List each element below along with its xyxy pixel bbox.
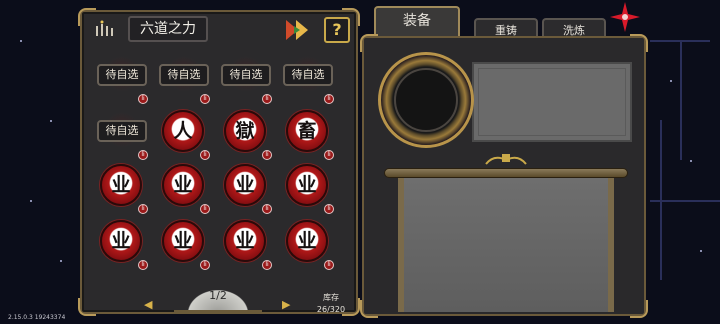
star — [670, 80, 672, 82]
slot-empty-label: 待自选 — [159, 64, 209, 86]
rune-glyph: 业 — [235, 230, 255, 252]
slot-empty[interactable]: 待自选 li — [97, 108, 148, 160]
rune-glyph: 业 — [111, 174, 131, 196]
slot-badge: li — [138, 150, 148, 160]
star — [20, 40, 22, 42]
slot-badge: li — [324, 204, 334, 214]
slot-filled[interactable]: 业 li — [284, 218, 334, 270]
stock-counter: 库存 26/320 — [306, 292, 356, 314]
scroll-rod — [384, 168, 628, 178]
slot-filled[interactable]: 业 li — [222, 162, 272, 214]
star — [700, 250, 702, 252]
slot-empty[interactable]: 待自选 li — [159, 52, 210, 104]
slot-badge: li — [262, 150, 272, 160]
scroll-body — [398, 178, 614, 312]
slot-badge: li — [200, 94, 210, 104]
panel-title: 六道之力 — [128, 16, 208, 42]
version-text: 2.15.0.3 19243374 — [8, 314, 66, 321]
star — [30, 200, 32, 202]
star — [50, 120, 52, 122]
pager: ◀ 1/2 ▶ — [144, 284, 294, 316]
sort-icon[interactable] — [284, 18, 310, 42]
slot-empty-label: 待自选 — [283, 64, 333, 86]
slot-filled[interactable]: 业 li — [160, 162, 210, 214]
six-paths-panel: 六道之力 ? 待自选 li 待自选 li 待自选 li 待自选 li 待自选 l… — [78, 8, 360, 316]
slot-filled[interactable]: 业 li — [160, 218, 210, 270]
slot-filled[interactable]: 畜 li — [284, 108, 334, 160]
star — [690, 160, 692, 162]
stock-value: 26/320 — [316, 305, 346, 314]
slot-empty[interactable]: 待自选 li — [97, 52, 148, 104]
rune-glyph: 业 — [297, 230, 317, 252]
slot-badge: li — [262, 94, 272, 104]
rune-glyph: 业 — [173, 174, 193, 196]
panel-corner — [78, 298, 96, 316]
rune-glyph: 畜 — [297, 120, 317, 142]
rune-glyph: 獄 — [235, 120, 255, 142]
rune-glyph: 业 — [297, 174, 317, 196]
slot-filled[interactable]: 业 li — [222, 218, 272, 270]
slot-badge: li — [324, 94, 334, 104]
fan-base — [174, 310, 262, 314]
slot-filled[interactable]: 业 li — [98, 218, 148, 270]
slot-empty-label: 待自选 — [221, 64, 271, 86]
tab-equip[interactable]: 装备 — [374, 6, 460, 36]
rune-glyph: 业 — [173, 230, 193, 252]
slot-empty[interactable]: 待自选 li — [283, 52, 334, 104]
prev-page-button[interactable]: ◀ — [144, 298, 152, 311]
shuriken-icon — [610, 2, 640, 32]
stock-label: 库存 — [323, 293, 339, 302]
slot-empty-label: 待自选 — [97, 120, 147, 142]
slot-badge: li — [262, 204, 272, 214]
slot-badge: li — [138, 204, 148, 214]
slot-filled[interactable]: 人 li — [160, 108, 210, 160]
equipment-info-plate — [472, 62, 632, 142]
next-page-button[interactable]: ▶ — [282, 298, 290, 311]
slot-badge: li — [200, 204, 210, 214]
rune-glyph: 人 — [173, 120, 193, 142]
help-button[interactable]: ? — [324, 17, 350, 43]
slot-filled[interactable]: 业 li — [284, 162, 334, 214]
star — [60, 260, 62, 262]
slot-badge: li — [200, 260, 210, 270]
slot-empty-label: 待自选 — [97, 64, 147, 86]
slot-filled[interactable]: 獄 li — [222, 108, 272, 160]
scroll-ornament-icon — [484, 152, 528, 168]
panel-corner — [630, 34, 648, 52]
candles-icon — [94, 20, 118, 38]
panel-corner — [360, 300, 378, 318]
slot-badge: li — [138, 260, 148, 270]
grid-line — [680, 40, 682, 160]
panel-corner — [360, 34, 378, 52]
grid-line — [660, 120, 662, 280]
slot-filled[interactable]: 业 li — [98, 162, 148, 214]
slot-badge: li — [262, 260, 272, 270]
slot-empty[interactable]: 待自选 li — [221, 52, 272, 104]
page-indicator: 1/2 — [209, 289, 227, 302]
slot-badge: li — [324, 260, 334, 270]
equipment-panel — [360, 34, 648, 318]
slot-badge: li — [324, 150, 334, 160]
rune-glyph: 业 — [235, 174, 255, 196]
slot-badge: li — [200, 150, 210, 160]
rune-glyph: 业 — [111, 230, 131, 252]
panel-corner — [630, 300, 648, 318]
slot-badge: li — [138, 94, 148, 104]
equipment-slot[interactable] — [394, 68, 458, 132]
